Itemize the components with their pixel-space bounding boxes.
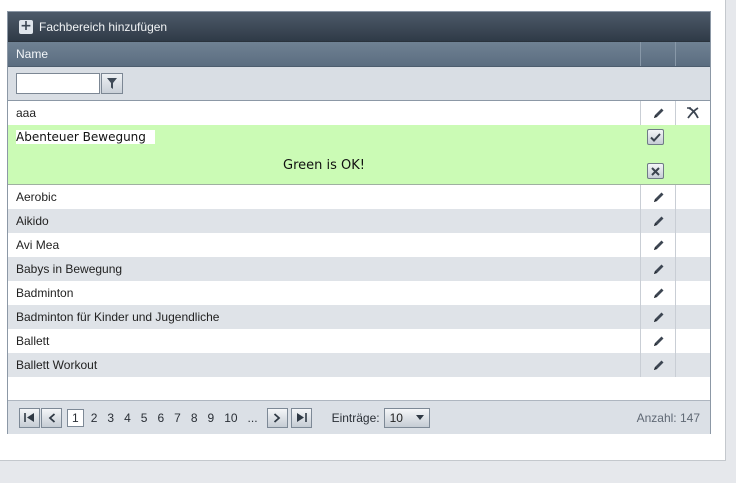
delete-x-icon [687, 107, 699, 119]
pencil-icon [653, 336, 663, 346]
pager: 1 2 3 4 5 6 7 8 9 10... Einträge: 10 Anzahl: 147 [8, 401, 710, 434]
page-number[interactable]: 9 [203, 411, 220, 425]
edit-button[interactable] [640, 353, 675, 377]
checkmark-icon [650, 132, 661, 142]
page-size-label: Einträge: [331, 410, 380, 425]
page-ellipsis[interactable]: ... [243, 411, 263, 425]
pencil-icon [653, 240, 663, 250]
edit-row: Green is OK! [8, 125, 710, 185]
column-header-edit [640, 42, 675, 66]
pencil-icon [653, 264, 663, 274]
table-row: Badminton für Kinder und Jugendliche [8, 305, 710, 329]
edit-button[interactable] [640, 281, 675, 305]
edit-button[interactable] [640, 185, 675, 209]
prev-page-button[interactable] [41, 407, 62, 428]
first-page-button[interactable] [19, 407, 40, 428]
row-name: Avi Mea [16, 238, 60, 252]
column-header-name[interactable]: Name [8, 42, 640, 66]
table-row: Aerobic [8, 185, 710, 209]
table-row: Avi Mea [8, 233, 710, 257]
row-action-empty [675, 185, 710, 209]
row-action-empty [675, 233, 710, 257]
close-icon [651, 166, 660, 176]
row-name: Ballett [16, 334, 50, 348]
row-action-empty [675, 257, 710, 281]
page-numbers: 1 2 3 4 5 6 7 8 9 10... [65, 408, 263, 427]
first-page-icon [24, 413, 34, 422]
pencil-icon [653, 108, 663, 118]
table-body: Aerobic Aikido Avi Mea Babys in Bewegung Bad… [8, 185, 710, 377]
last-page-icon [296, 413, 307, 422]
page-number[interactable]: 8 [186, 411, 203, 425]
table-row: Badminton [8, 281, 710, 305]
cancel-button[interactable] [647, 163, 664, 179]
pencil-icon [653, 312, 663, 322]
chevron-right-icon [273, 412, 281, 423]
page-size-value: 10 [389, 410, 403, 425]
page-number[interactable]: 3 [102, 411, 119, 425]
fachbereich-grid: + Fachbereich hinzufügen Name aaa Abente… [7, 11, 711, 434]
edit-name-input[interactable] [16, 130, 155, 144]
row-action-empty [675, 209, 710, 233]
page-number[interactable]: 1 [67, 408, 84, 427]
total-count: Anzahl: 147 [636, 410, 700, 425]
pencil-icon [653, 288, 663, 298]
edit-button[interactable] [640, 305, 675, 329]
table-row: Aikido [8, 209, 710, 233]
row-action-empty [675, 281, 710, 305]
chevron-left-icon [48, 412, 55, 423]
filter-button[interactable] [101, 73, 123, 94]
grid-toolbar: + Fachbereich hinzufügen [8, 12, 710, 42]
row-name: Aikido [16, 214, 49, 228]
row-action-empty [675, 305, 710, 329]
pencil-icon [653, 192, 663, 202]
validation-message: Green is OK! [283, 158, 365, 173]
table-row: Babys in Bewegung [8, 257, 710, 281]
save-button[interactable] [647, 129, 664, 145]
edit-button[interactable] [640, 101, 675, 125]
page-number[interactable]: 5 [136, 411, 153, 425]
name-filter-input[interactable] [16, 73, 100, 94]
edit-button[interactable] [640, 233, 675, 257]
table-empty-space [8, 377, 710, 401]
page-number[interactable]: 4 [119, 411, 136, 425]
grid-header: Name [8, 42, 710, 67]
pencil-icon [653, 360, 663, 370]
page-size-dropdown[interactable]: 10 [383, 407, 430, 428]
row-name: Badminton für Kinder und Jugendliche [16, 310, 220, 324]
page-number[interactable]: 10 [219, 411, 242, 425]
table-row: Ballett Workout [8, 353, 710, 377]
add-fachbereich-label: Fachbereich hinzufügen [39, 19, 168, 34]
row-name: Ballett Workout [16, 358, 98, 372]
column-header-delete [675, 42, 710, 66]
next-page-button[interactable] [266, 407, 288, 428]
page-number[interactable]: 2 [86, 411, 103, 425]
edit-button[interactable] [640, 209, 675, 233]
page-number[interactable]: 7 [169, 411, 186, 425]
plus-icon: + [19, 17, 33, 34]
filter-icon [107, 78, 117, 89]
page-number[interactable]: 6 [152, 411, 169, 425]
add-fachbereich-button[interactable]: + Fachbereich hinzufügen [19, 17, 168, 34]
row-name: Babys in Bewegung [16, 262, 123, 276]
delete-button[interactable] [675, 101, 710, 125]
edit-button[interactable] [640, 257, 675, 281]
table-row: Ballett [8, 329, 710, 353]
table-row: aaa [8, 101, 710, 125]
row-action-empty [675, 353, 710, 377]
row-name: Badminton [16, 286, 74, 300]
last-page-button[interactable] [290, 407, 312, 428]
chevron-down-icon [415, 415, 424, 420]
row-name: Aerobic [16, 190, 57, 204]
row-action-empty [675, 329, 710, 353]
edit-button[interactable] [640, 329, 675, 353]
pencil-icon [653, 216, 663, 226]
row-name: aaa [16, 106, 37, 120]
filter-row [8, 67, 710, 101]
